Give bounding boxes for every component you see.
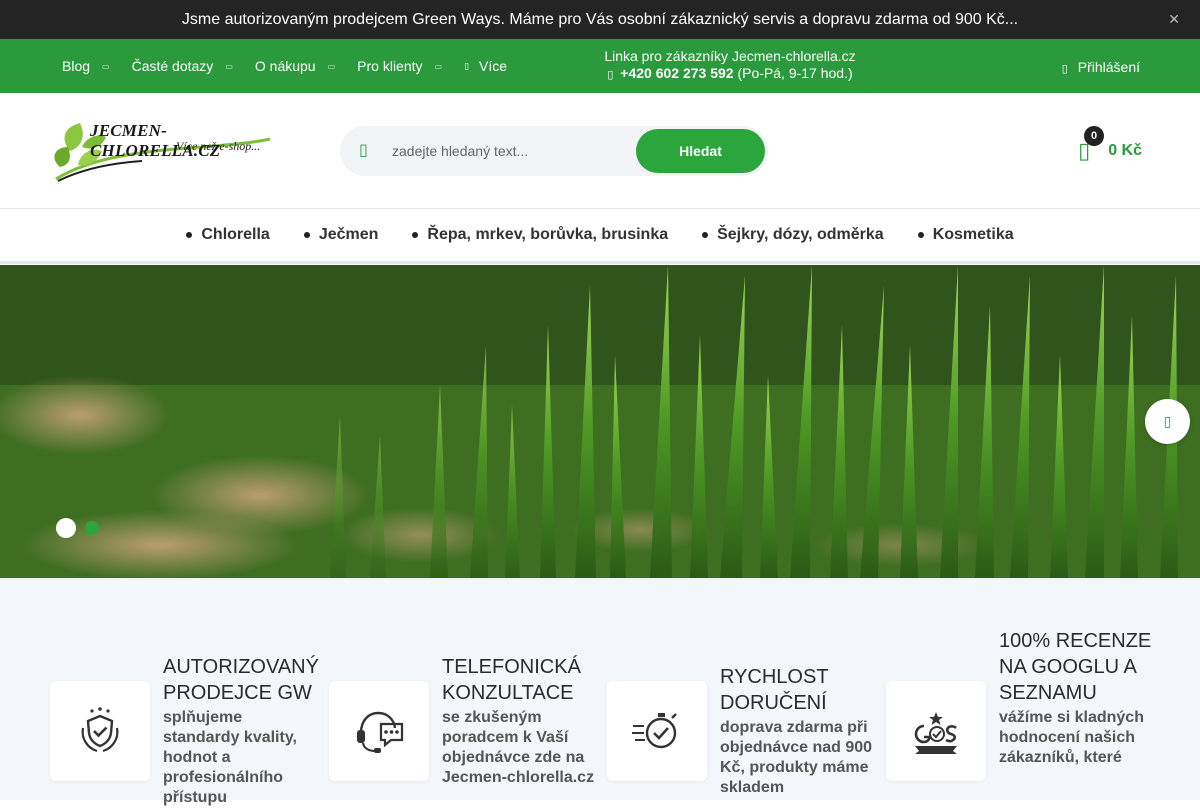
benefit-consultation: TELEFONICKÁ KONZULTACE se zkušeným porad… — [329, 578, 607, 800]
search-button[interactable]: Hledat — [636, 129, 765, 173]
more-icon: ▯ — [464, 60, 470, 71]
nav-item-for-clients[interactable]: Pro klienty ▭ — [357, 58, 442, 74]
category-label: Řepa, mrkev, borůvka, brusinka — [427, 226, 669, 243]
chevron-down-icon: ▭ — [102, 61, 110, 71]
info-menu: Blog ▭ Časté dotazy ▭ O nákupu ▭ Pro kli… — [62, 39, 529, 93]
nav-item-label: Blog — [62, 58, 91, 74]
hotline-hours: (Po-Pá, 9-17 hod.) — [737, 65, 853, 81]
category-kosmetika[interactable]: Kosmetika — [917, 226, 1014, 244]
announcement-bar: Jsme autorizovaným prodejcem Green Ways.… — [0, 0, 1200, 39]
nav-item-blog[interactable]: Blog ▭ — [62, 58, 110, 74]
benefit-text: 100% RECENZE NA GOOGLU A SEZNAMU vážíme … — [999, 628, 1159, 768]
nav-item-label: Časté dotazy — [131, 58, 214, 74]
bullet-icon — [412, 232, 419, 238]
benefit-authorized: AUTORIZOVANÝ PRODEJCE GW splňujeme stand… — [50, 578, 328, 806]
slider-dot-1[interactable] — [56, 518, 76, 538]
cart-icon: ▯ 0 — [1078, 126, 1105, 164]
benefit-fast-delivery: RYCHLOST DORUČENÍ doprava zdarma při obj… — [607, 578, 885, 800]
search-icon: ▯ — [359, 142, 368, 159]
site-header: JECMEN-CHLORELLA.CZ Více než e-shop... ▯… — [0, 93, 1200, 209]
benefit-text: TELEFONICKÁ KONZULTACE se zkušeným porad… — [442, 654, 602, 788]
search-bar: ▯ Hledat — [340, 126, 768, 176]
headset-icon — [357, 711, 404, 753]
cart[interactable]: ▯ 0 0 Kč — [1078, 126, 1142, 173]
benefits-section: AUTORIZOVANÝ PRODEJCE GW splňujeme stand… — [0, 578, 1200, 806]
bullet-icon — [186, 232, 193, 238]
benefit-icon-box — [329, 681, 429, 781]
category-repa[interactable]: Řepa, mrkev, borůvka, brusinka — [412, 226, 668, 244]
nav-item-label: Pro klienty — [357, 58, 423, 74]
benefit-desc: doprava zdarma při objednávce nad 900 Kč… — [720, 719, 873, 796]
cart-total: 0 Kč — [1108, 142, 1142, 159]
category-label: Šejkry, dózy, odměrka — [717, 226, 884, 243]
bullet-icon — [303, 232, 310, 238]
category-label: Kosmetika — [932, 226, 1014, 243]
benefit-text: AUTORIZOVANÝ PRODEJCE GW splňujeme stand… — [163, 654, 323, 808]
nav-item-faq[interactable]: Časté dotazy ▭ — [132, 58, 233, 74]
top-navigation: Blog ▭ Časté dotazy ▭ O nákupu ▭ Pro kli… — [0, 39, 1200, 93]
site-logo[interactable]: JECMEN-CHLORELLA.CZ Více než e-shop... — [52, 117, 272, 183]
search-input[interactable] — [392, 136, 632, 166]
category-label: Chlorella — [201, 226, 270, 243]
benefit-desc: vážíme si kladných hodnocení našich záka… — [999, 709, 1144, 766]
phone-icon: ▯ — [607, 69, 614, 81]
category-label: Ječmen — [318, 226, 379, 243]
chevron-down-icon: ▭ — [434, 61, 443, 71]
category-jecmen[interactable]: Ječmen — [303, 226, 379, 244]
slider-dots — [56, 518, 99, 538]
benefit-desc: se zkušeným poradcem k Vaší objednávce z… — [442, 709, 595, 786]
hotline-title: Linka pro zákazníky Jecmen-chlorella.cz — [604, 48, 856, 64]
benefit-icon-box — [886, 681, 986, 781]
benefit-icon-box — [607, 681, 707, 781]
benefit-title: AUTORIZOVANÝ PRODEJCE GW — [163, 656, 319, 704]
close-icon[interactable]: ✕ — [1168, 0, 1180, 39]
customer-hotline: Linka pro zákazníky Jecmen-chlorella.cz … — [560, 48, 900, 84]
benefit-icon-box — [50, 681, 150, 781]
bullet-icon — [917, 232, 924, 238]
login-link[interactable]: ▯ Přihlášení — [1062, 39, 1140, 93]
announcement-text: Jsme autorizovaným prodejcem Green Ways.… — [181, 11, 1019, 28]
chevron-down-icon: ▭ — [327, 61, 336, 71]
category-sejkry[interactable]: Šejkry, dózy, odměrka — [702, 226, 884, 244]
benefit-reviews: 100% RECENZE NA GOOGLU A SEZNAMU vážíme … — [886, 578, 1164, 800]
slider-dot-2[interactable] — [85, 521, 99, 535]
benefit-title: RYCHLOST DORUČENÍ — [720, 666, 829, 714]
user-icon: ▯ — [1061, 63, 1068, 75]
stopwatch-icon — [632, 713, 677, 749]
bullet-icon — [702, 232, 709, 238]
shield-laurel-icon — [81, 707, 119, 753]
nav-item-more[interactable]: ▯ Více — [464, 58, 507, 74]
nav-item-label: Více — [479, 58, 508, 74]
nav-item-about-shopping[interactable]: O nákupu ▭ — [255, 58, 335, 74]
google-seznam-100-icon — [914, 712, 957, 754]
category-menu: Chlorella Ječmen Řepa, mrkev, borůvka, b… — [0, 209, 1200, 264]
nav-item-label: O nákupu — [254, 58, 316, 74]
hero-slider[interactable]: ▯ — [0, 265, 1200, 578]
hero-grass-image — [0, 265, 1200, 578]
benefit-text: RYCHLOST DORUČENÍ doprava zdarma při obj… — [720, 664, 880, 798]
benefit-title: TELEFONICKÁ KONZULTACE — [442, 656, 581, 704]
cart-count-badge: 0 — [1084, 126, 1105, 146]
chevron-down-icon: ▭ — [225, 61, 233, 71]
benefit-title: 100% RECENZE NA GOOGLU A SEZNAMU — [999, 630, 1152, 704]
benefit-desc: splňujeme standardy kvality, hodnot a pr… — [163, 709, 297, 806]
slider-next-button[interactable]: ▯ — [1145, 399, 1190, 444]
category-chlorella[interactable]: Chlorella — [186, 226, 270, 244]
logo-tagline: Více než e-shop... — [176, 139, 261, 153]
login-label: Přihlášení — [1077, 59, 1140, 75]
phone-number[interactable]: +420 602 273 592 — [620, 65, 733, 81]
